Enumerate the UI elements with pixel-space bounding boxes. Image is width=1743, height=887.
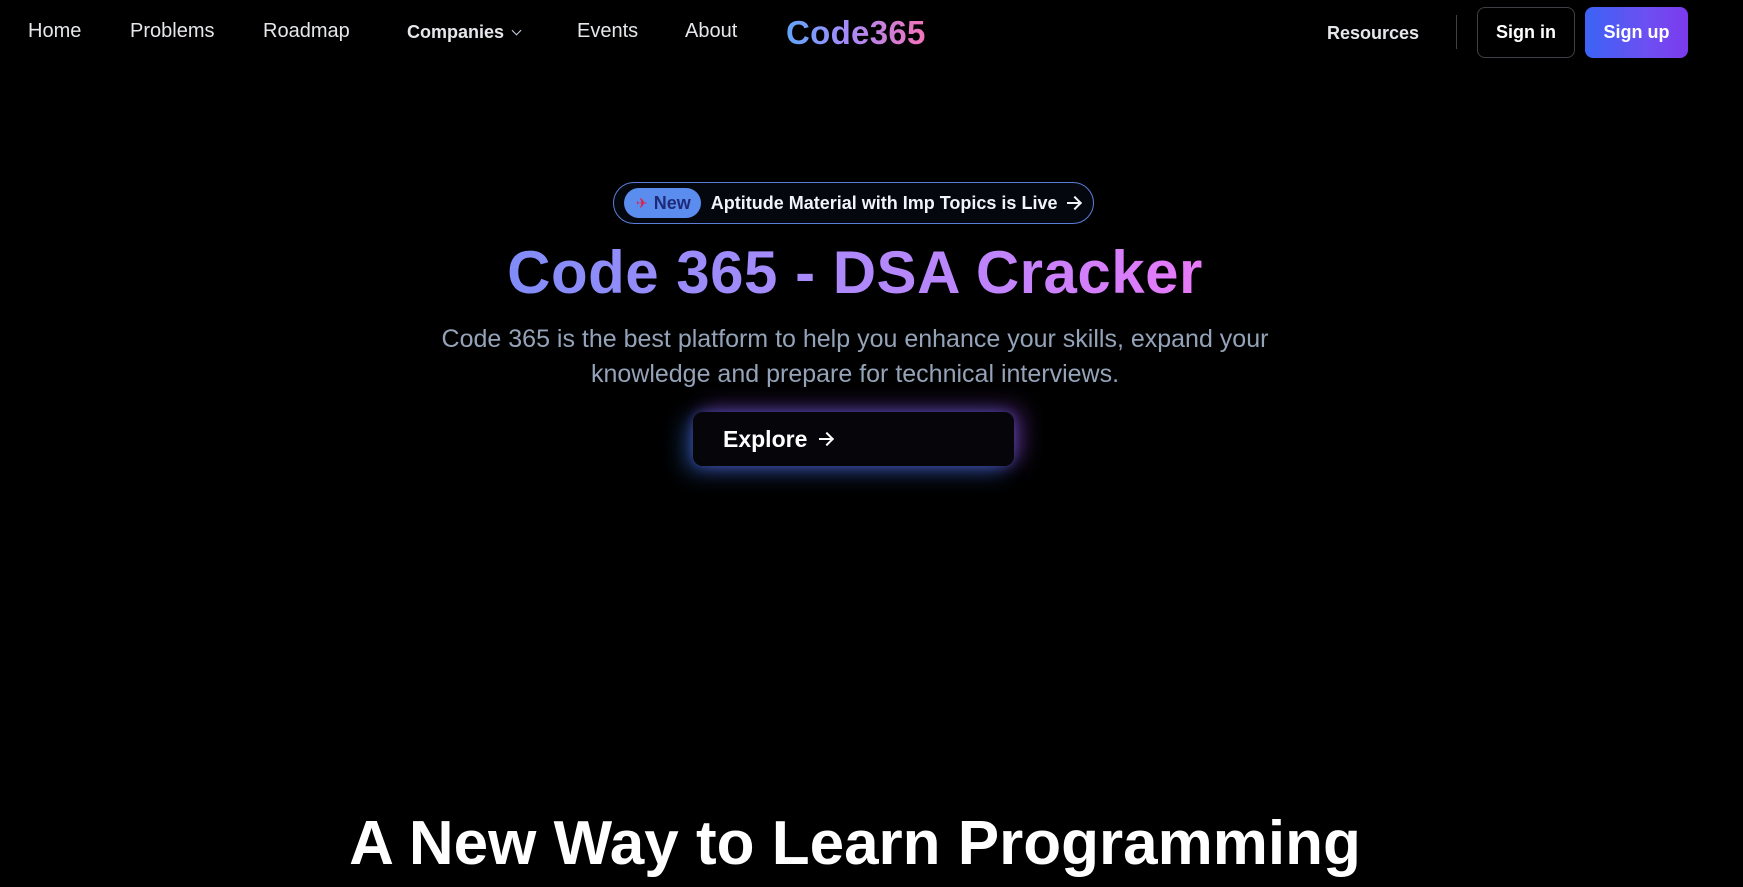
hero-title-text: Code 365 - DSA Cracker — [507, 239, 1203, 306]
explore-button-glow: Explore — [693, 412, 1014, 466]
announcement-text: Aptitude Material with Imp Topics is Liv… — [710, 192, 1058, 213]
nav-resources[interactable]: Resources — [1327, 23, 1419, 44]
nav-events[interactable]: Events — [577, 20, 638, 43]
nav-companies-label: Companies — [407, 22, 505, 42]
sign-in-button[interactable]: Sign in — [1477, 7, 1575, 58]
nav-about[interactable]: About — [685, 20, 737, 43]
hero-title: Code 365 - DSA Cracker — [0, 238, 1710, 307]
announcement-pill[interactable]: ✈ New Aptitude Material with Imp Topics … — [613, 182, 1094, 224]
explore-button[interactable]: Explore — [693, 412, 1014, 466]
arrow-right-icon — [1067, 197, 1081, 209]
nav-divider — [1456, 15, 1457, 49]
rocket-icon: ✈ — [636, 194, 648, 211]
explore-button-label: Explore — [723, 425, 808, 452]
top-navbar: Home Problems Roadmap Companies Events A… — [0, 0, 1743, 66]
brand-logo[interactable]: Code365 — [786, 14, 926, 52]
page: Home Problems Roadmap Companies Events A… — [0, 0, 1743, 887]
arrow-right-icon — [819, 433, 833, 445]
new-badge: ✈ New — [624, 188, 701, 218]
new-badge-label: New — [653, 192, 691, 213]
nav-home[interactable]: Home — [28, 20, 81, 43]
hero-subtitle: Code 365 is the best platform to help yo… — [441, 325, 1269, 388]
chevron-down-icon — [511, 25, 522, 36]
section-title: A New Way to Learn Programming — [349, 809, 1361, 878]
nav-companies-dropdown[interactable]: Companies — [407, 22, 522, 43]
nav-problems[interactable]: Problems — [130, 20, 214, 43]
sign-up-button[interactable]: Sign up — [1585, 7, 1688, 58]
nav-roadmap[interactable]: Roadmap — [263, 20, 350, 43]
